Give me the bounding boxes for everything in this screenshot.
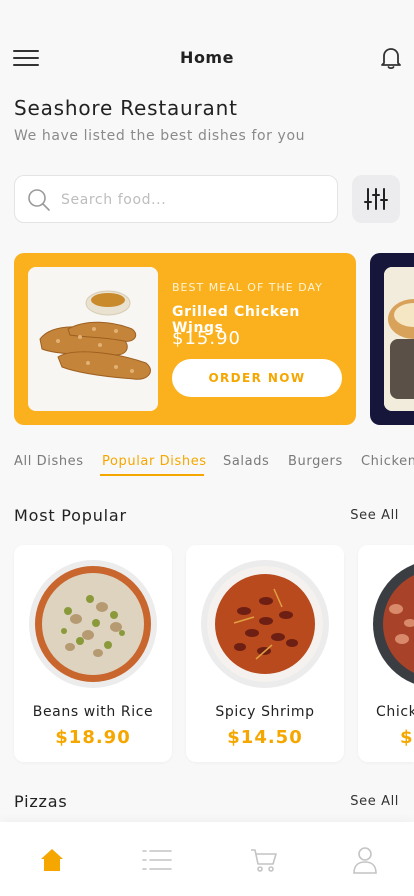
top-bar: Home <box>0 44 414 72</box>
promo-price: $15.90 <box>172 328 241 349</box>
restaurant-subtitle: We have listed the best dishes for you <box>14 128 306 144</box>
restaurant-name: Seashore Restaurant <box>14 96 238 120</box>
dish-price: $18.90 <box>55 727 131 748</box>
home-icon[interactable] <box>38 846 66 874</box>
page-title: Home <box>180 48 234 67</box>
spicy-shrimp-image <box>201 560 329 688</box>
promo-banner[interactable]: BEST MEAL OF THE DAY Grilled Chicken Win… <box>14 253 356 425</box>
most-popular-see-all[interactable]: See All <box>350 508 399 523</box>
dish-image <box>373 564 414 684</box>
tab-salads[interactable]: Salads <box>223 454 269 469</box>
promo-tag: BEST MEAL OF THE DAY <box>172 281 323 294</box>
dish-card[interactable]: Beans with Rice $18.90 <box>14 545 172 762</box>
tab-burgers[interactable]: Burgers <box>288 454 343 469</box>
beans-rice-image <box>29 560 157 688</box>
dish-price: $ <box>400 727 414 748</box>
tab-all-dishes[interactable]: All Dishes <box>14 454 84 469</box>
dish-name: Chick <box>376 704 414 720</box>
cart-icon[interactable] <box>250 846 278 874</box>
filter-button[interactable] <box>352 175 400 223</box>
dish-image <box>384 267 414 411</box>
profile-icon[interactable] <box>352 846 380 874</box>
tab-chicken[interactable]: Chicken <box>361 454 414 469</box>
active-tab-underline <box>100 474 204 476</box>
dish-card[interactable]: Spicy Shrimp $14.50 <box>186 545 344 762</box>
search-icon <box>28 189 50 211</box>
pizzas-see-all[interactable]: See All <box>350 794 399 809</box>
tab-popular-dishes[interactable]: Popular Dishes <box>102 454 207 469</box>
bottom-nav <box>0 822 414 896</box>
promo-banner-next[interactable] <box>370 253 414 425</box>
dish-name: Beans with Rice <box>32 704 154 720</box>
order-now-button[interactable]: ORDER NOW <box>172 359 342 397</box>
search-input[interactable] <box>61 186 321 214</box>
sliders-icon <box>364 188 388 210</box>
grilled-chicken-image <box>28 267 158 411</box>
dish-name: Spicy Shrimp <box>215 704 315 720</box>
dish-card[interactable]: Chick $ <box>358 545 414 762</box>
list-icon[interactable] <box>142 846 172 874</box>
most-popular-title: Most Popular <box>14 506 127 525</box>
search-box <box>14 175 338 223</box>
pizzas-title: Pizzas <box>14 792 68 811</box>
category-tabs: All Dishes Popular Dishes Salads Burgers… <box>14 448 414 478</box>
dish-price: $14.50 <box>227 727 303 748</box>
bell-icon[interactable] <box>380 46 402 70</box>
